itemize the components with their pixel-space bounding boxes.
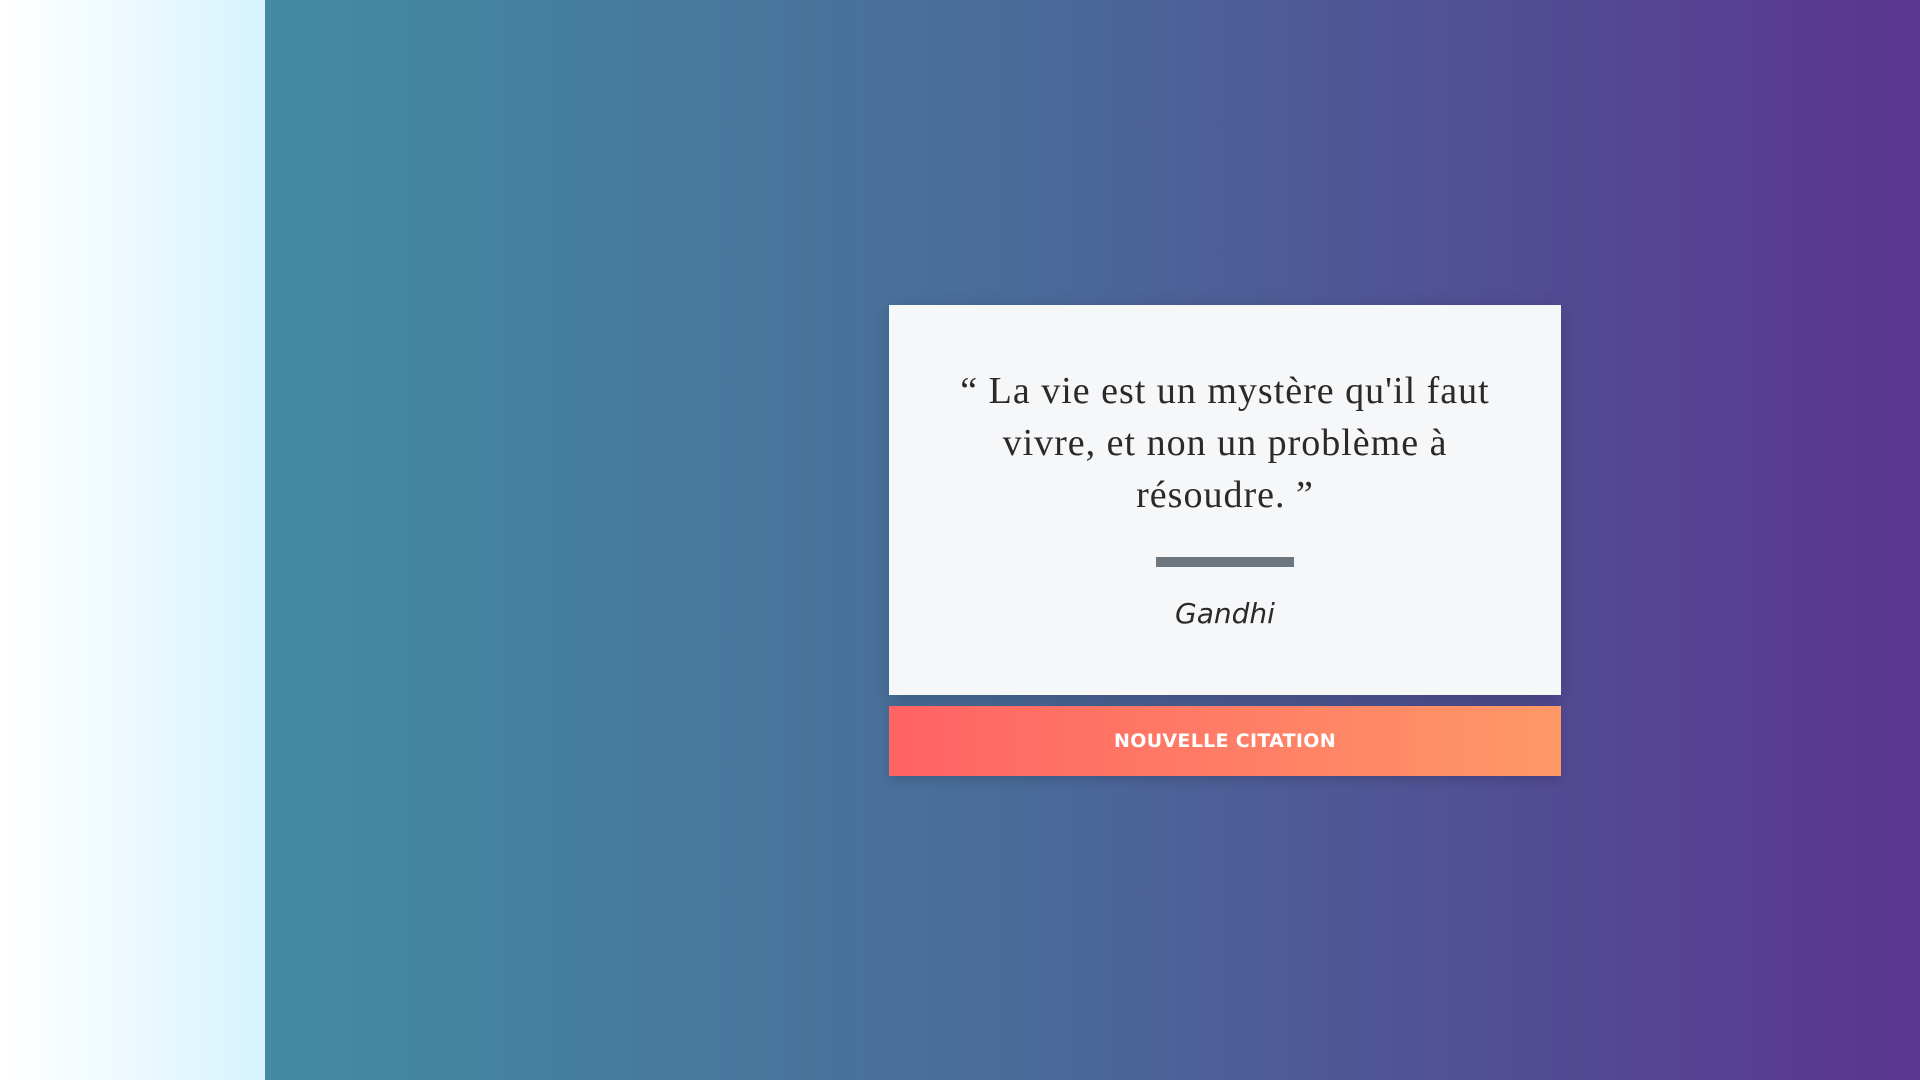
quote-author: Gandhi: [1175, 597, 1275, 630]
quote-body: La vie est un mystère qu'il faut vivre, …: [988, 370, 1490, 516]
new-quote-button[interactable]: NOUVELLE CITATION: [889, 706, 1561, 776]
quote-card: “ La vie est un mystère qu'il faut vivre…: [889, 305, 1561, 695]
quote-divider: [1156, 557, 1294, 567]
quote-close-mark: ”: [1295, 474, 1314, 516]
quote-text: “ La vie est un mystère qu'il faut vivre…: [941, 365, 1509, 521]
quote-open-mark: “: [960, 370, 979, 412]
left-side-panel: [0, 0, 265, 1080]
